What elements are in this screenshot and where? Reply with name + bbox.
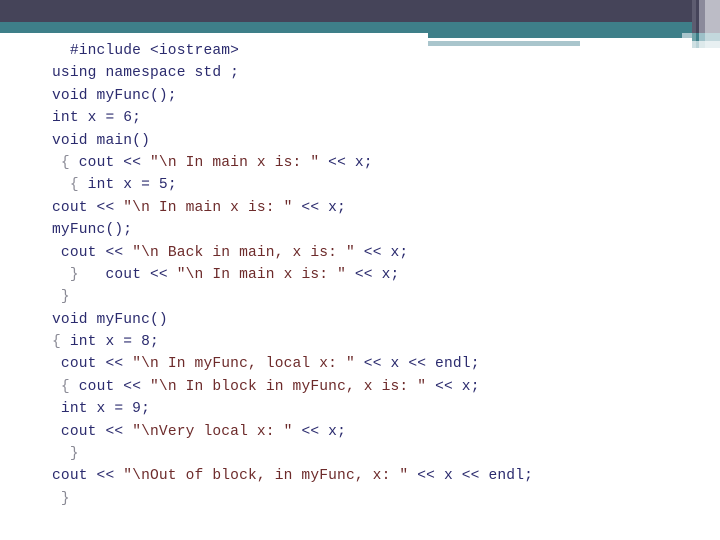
- code-token-code: << x;: [354, 244, 409, 261]
- code-token-code: cout <<: [78, 378, 151, 395]
- code-token-code: #include <iostream>: [69, 43, 240, 59]
- code-token-code: << x << endl;: [408, 468, 534, 485]
- code-token-code: << x;: [345, 266, 400, 283]
- code-line: } cout << "\n In main x is: " << x;: [52, 264, 702, 286]
- header-stripe-12: [705, 41, 720, 48]
- code-token-brace: }: [69, 266, 79, 283]
- code-token-code: << x << endl;: [354, 356, 480, 373]
- code-token-brace: {: [52, 334, 70, 351]
- code-line: void main(): [52, 130, 702, 152]
- code-line: { cout << "\n In block in myFunc, x is: …: [52, 376, 702, 398]
- code-line: }: [52, 286, 702, 308]
- code-token-string: "\nVery local x: ": [132, 423, 293, 440]
- code-token-code: cout <<: [60, 356, 133, 373]
- code-line: { int x = 8;: [52, 331, 702, 353]
- code-token-string: "\nOut of block, in myFunc, x: ": [123, 468, 409, 485]
- code-token-string: "\n In main x is: ": [176, 266, 346, 283]
- header-stripe-8: [705, 33, 720, 41]
- code-token-code: cout <<: [78, 266, 177, 283]
- code-token-code: int x = 5;: [87, 177, 177, 194]
- code-token-string: "\n In main x is: ": [150, 154, 320, 171]
- code-token-code: << x;: [426, 378, 480, 395]
- code-line: { int x = 5;: [52, 174, 702, 196]
- code-token-code: cout <<: [52, 199, 124, 216]
- code-token-code: << x;: [292, 199, 346, 216]
- code-token-code: void main(): [52, 132, 150, 149]
- code-token-code: cout <<: [52, 468, 124, 485]
- code-line: using namespace std ;: [52, 62, 702, 84]
- code-token-string: "\n In main x is: ": [123, 199, 293, 216]
- header-band-teal: [0, 22, 720, 33]
- code-token-brace: }: [60, 289, 70, 306]
- slide-canvas: #include <iostream> using namespace std ;…: [0, 0, 720, 540]
- code-token-code: int x = 6;: [52, 110, 142, 127]
- code-token-code: void myFunc(): [52, 311, 168, 328]
- code-token-brace: {: [60, 154, 79, 171]
- code-line: cout << "\n In myFunc, local x: " << x <…: [52, 353, 702, 375]
- code-line: myFunc();: [52, 219, 702, 241]
- code-line: #include <iostream>: [52, 40, 702, 62]
- code-line: cout << "\nOut of block, in myFunc, x: "…: [52, 465, 702, 487]
- code-token-code: int x = 9;: [60, 401, 150, 418]
- code-token-brace: }: [60, 490, 70, 507]
- code-line: int x = 9;: [52, 398, 702, 420]
- header-stripe-4: [705, 0, 720, 33]
- code-line: }: [52, 443, 702, 465]
- code-token-brace: }: [69, 446, 79, 463]
- code-line: void myFunc(): [52, 309, 702, 331]
- code-line: }: [52, 488, 702, 510]
- code-token-code: << x;: [292, 423, 346, 440]
- code-token-brace: {: [60, 378, 79, 395]
- code-token-brace: {: [69, 177, 88, 194]
- code-token-code: myFunc();: [52, 222, 133, 239]
- header-band-navy: [0, 0, 720, 22]
- code-line: { cout << "\n In main x is: " << x;: [52, 152, 702, 174]
- code-token-code: int x = 8;: [69, 334, 159, 351]
- code-line: cout << "\n Back in main, x is: " << x;: [52, 242, 702, 264]
- code-token-code: void myFunc();: [52, 87, 177, 104]
- code-token-string: "\n In block in myFunc, x is: ": [150, 378, 427, 395]
- code-token-code: cout <<: [60, 244, 133, 261]
- code-token-string: "\n Back in main, x is: ": [132, 244, 355, 261]
- code-line: void myFunc();: [52, 85, 702, 107]
- code-token-code: using namespace std ;: [52, 65, 240, 82]
- code-token-code: cout <<: [60, 423, 133, 440]
- code-token-code: cout <<: [78, 154, 151, 171]
- code-line: cout << "\n In main x is: " << x;: [52, 197, 702, 219]
- code-token-string: "\n In myFunc, local x: ": [132, 356, 355, 373]
- code-listing: #include <iostream> using namespace std ;…: [52, 40, 702, 510]
- code-line: int x = 6;: [52, 107, 702, 129]
- code-token-code: << x;: [319, 154, 373, 171]
- code-line: cout << "\nVery local x: " << x;: [52, 421, 702, 443]
